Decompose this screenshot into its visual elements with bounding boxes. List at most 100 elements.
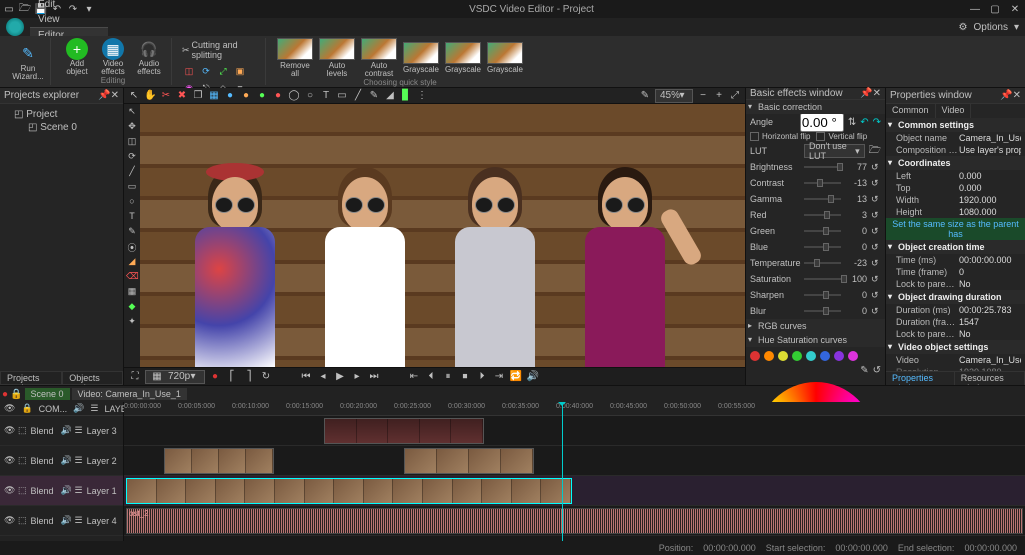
options-dropdown-icon[interactable]: ▾	[1014, 22, 1019, 33]
vtool-line-icon[interactable]: ╱	[126, 166, 138, 178]
speaker-icon[interactable]: 🔊	[61, 425, 71, 436]
fullscreen-icon[interactable]: ⛶	[128, 371, 142, 382]
lock-icon[interactable]: ⬚	[18, 515, 27, 526]
prop-object-name[interactable]: Camera_In_Use_1	[959, 133, 1021, 143]
text-tool-icon[interactable]: T	[320, 90, 332, 101]
blend-mode[interactable]: Blend	[31, 456, 57, 466]
lock-icon[interactable]: ⬚	[18, 455, 27, 466]
cut-prev-icon[interactable]: ⎡	[225, 371, 239, 382]
more-tool-icon[interactable]: ⋮	[416, 90, 428, 101]
pin-icon[interactable]: 📌	[1000, 90, 1012, 101]
sect-basic-correction[interactable]: Basic correction	[746, 100, 885, 114]
step-fwd-icon[interactable]: ⏵	[475, 371, 489, 382]
btab-resources[interactable]: Resources window	[955, 372, 1025, 385]
layers-hdr-icon[interactable]: ☰	[90, 403, 98, 414]
speaker-hdr-icon[interactable]: 🔊	[73, 403, 84, 414]
slider-temperature[interactable]	[804, 262, 841, 264]
colordot-5[interactable]	[820, 351, 830, 361]
lock-icon[interactable]: ⬚	[18, 425, 27, 436]
prop-left[interactable]: 0.000	[959, 171, 1021, 181]
slider-saturation[interactable]	[804, 278, 841, 280]
colordot-7[interactable]	[848, 351, 858, 361]
vtool-picker-icon[interactable]: ⦿	[126, 241, 138, 253]
chart-tool-icon[interactable]: ▊	[400, 90, 412, 101]
colordot-1[interactable]	[764, 351, 774, 361]
eye-icon[interactable]: 👁	[4, 425, 14, 436]
vtool-marker-icon[interactable]: ◆	[126, 301, 138, 313]
clip-layer2-a[interactable]	[164, 448, 274, 474]
tab-projects-explorer[interactable]: Projects explorer	[0, 371, 62, 385]
ptab-common[interactable]: Common	[886, 104, 936, 118]
reset-icon[interactable]: ↺	[871, 306, 881, 317]
next-frame-icon[interactable]: ▸	[350, 371, 364, 382]
psect-common[interactable]: Common settings	[886, 118, 1025, 132]
psect-odd[interactable]: Object drawing duration	[886, 290, 1025, 304]
blend-mode[interactable]: Blend	[31, 516, 57, 526]
fit-icon[interactable]: ⤢	[729, 90, 741, 101]
run-wizard-button[interactable]: ✎ Run Wizard...	[12, 43, 44, 81]
close-panel-icon[interactable]: ✕	[873, 88, 881, 99]
reset-icon[interactable]: ↺	[871, 274, 881, 285]
vtool-rect-icon[interactable]: ▭	[126, 181, 138, 193]
dot-green-icon[interactable]: ●	[256, 90, 268, 101]
tree-root[interactable]: ◰ Project	[4, 108, 119, 121]
colordot-0[interactable]	[750, 351, 760, 361]
tab-objects-explorer[interactable]: Objects explorer	[62, 371, 123, 385]
vtool-wand-icon[interactable]: ✦	[126, 316, 138, 328]
cursor-icon[interactable]: ↖	[128, 90, 140, 101]
prop-lock2[interactable]: No	[959, 329, 1021, 339]
tool-rotate-icon[interactable]: ⟳	[199, 64, 213, 78]
loop-icon[interactable]: ↻	[259, 371, 273, 382]
quickstyle-1[interactable]: Auto levels	[318, 38, 356, 78]
copy-tool-icon[interactable]: ❐	[192, 90, 204, 101]
playhead[interactable]	[562, 402, 563, 541]
pin-icon[interactable]: 📌	[98, 90, 110, 101]
track-layer-3[interactable]: 👁⬚Blend🔊☰Layer 3	[0, 416, 123, 446]
dot-blue-icon[interactable]: ●	[224, 90, 236, 101]
hand-icon[interactable]: ✋	[144, 90, 156, 101]
clip-layer2-b[interactable]	[404, 448, 534, 474]
clip-layer3[interactable]	[324, 418, 484, 444]
reset-icon[interactable]: ↺	[871, 194, 881, 205]
prop-lock1[interactable]: No	[959, 279, 1021, 289]
track-layer-2[interactable]: 👁⬚Blend🔊☰Layer 2	[0, 446, 123, 476]
vtool-pen-icon[interactable]: ✎	[126, 226, 138, 238]
speaker-icon[interactable]: 🔊	[526, 371, 540, 382]
shape-icon[interactable]: ◯	[288, 90, 300, 101]
slider-contrast[interactable]	[804, 182, 841, 184]
eye-icon[interactable]: 👁	[4, 515, 14, 526]
pin-icon[interactable]: 📌	[860, 88, 872, 99]
clip-layer1[interactable]	[126, 478, 572, 504]
same-size-button[interactable]: Set the same size as the parent has	[886, 218, 1025, 240]
options-label[interactable]: Options	[974, 22, 1008, 33]
layers-icon[interactable]: ☰	[75, 425, 83, 436]
btab-properties[interactable]: Properties window	[886, 372, 955, 385]
blend-mode[interactable]: Blend	[31, 486, 57, 496]
tool-speed-icon[interactable]: ▣	[233, 64, 247, 78]
shape2-icon[interactable]: ○	[304, 90, 316, 101]
stop-icon[interactable]: ⏹	[458, 371, 472, 382]
reset-icon[interactable]: ↺	[871, 210, 881, 221]
menu-edit[interactable]: Edit	[30, 0, 108, 12]
minimize-icon[interactable]: —	[969, 4, 981, 15]
vtool-ellipse-icon[interactable]: ○	[126, 196, 138, 208]
vtool-paint-icon[interactable]: ◢	[126, 256, 138, 268]
track-layer-1[interactable]: 👁⬚Blend🔊☰Layer 1	[0, 476, 123, 506]
rotate-cw-icon[interactable]: ↷	[873, 117, 881, 128]
lock-hdr-icon[interactable]: 🔒	[21, 403, 32, 414]
cut-split-label[interactable]: Cutting and splitting	[192, 40, 259, 60]
open-icon[interactable]: 🗁	[20, 4, 30, 14]
sect-rgb[interactable]: RGB curves	[746, 319, 885, 333]
slider-green[interactable]	[804, 230, 841, 232]
quality-dropdown[interactable]: ▦720p▾	[145, 370, 205, 384]
eye-icon[interactable]: 👁	[4, 485, 14, 496]
slider-red[interactable]	[804, 214, 841, 216]
speaker-icon[interactable]: 🔊	[61, 455, 71, 466]
maximize-icon[interactable]: ▢	[989, 4, 1001, 15]
psect-vos[interactable]: Video object settings	[886, 340, 1025, 354]
layers-icon[interactable]: ☰	[75, 515, 83, 526]
speaker-icon[interactable]: 🔊	[61, 515, 71, 526]
delete-tool-icon[interactable]: ✖	[176, 90, 188, 101]
goto-end-icon[interactable]: ⇥	[492, 371, 506, 382]
angle-input[interactable]	[800, 113, 844, 132]
